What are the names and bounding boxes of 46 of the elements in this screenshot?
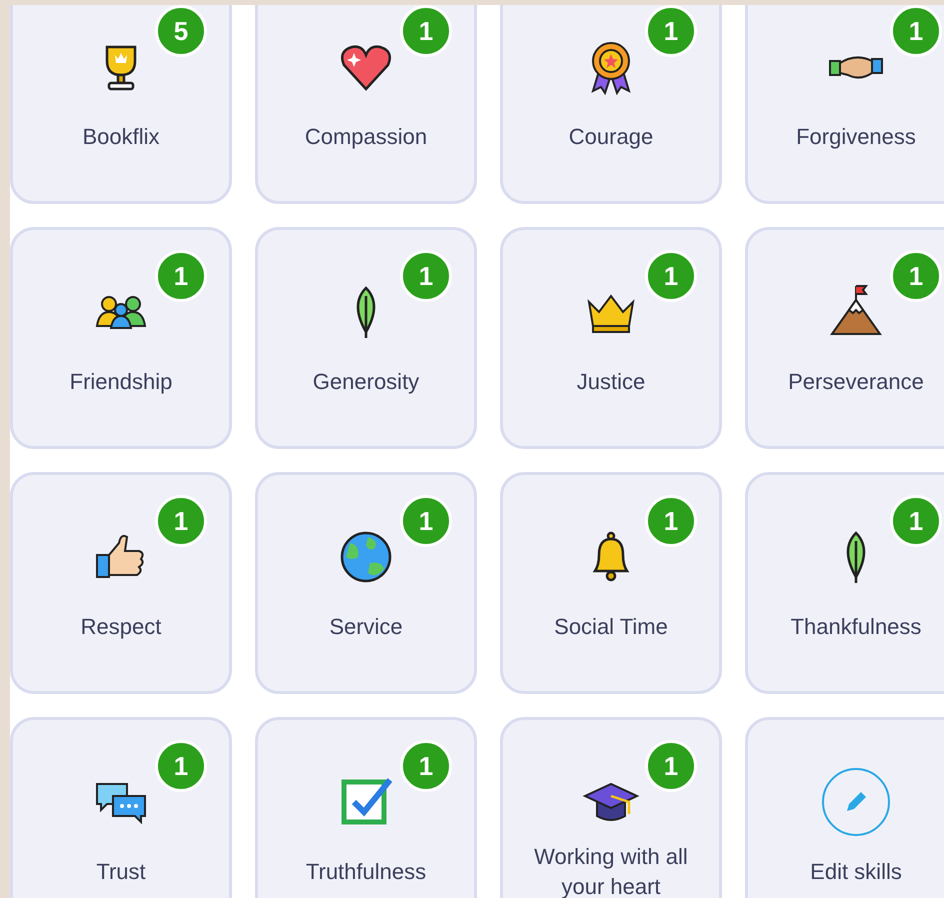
skill-card[interactable]: 5 Bookflix [10,5,232,204]
edit-icon [821,767,891,837]
skill-card[interactable]: 1 Service [255,472,477,694]
skill-label: Perseverance [788,368,924,396]
skill-label: Trust [96,858,146,886]
skill-label: Generosity [312,368,420,396]
skill-card[interactable]: 1 Forgiveness [745,5,944,204]
skill-label: Forgiveness [796,123,916,151]
count-badge: 1 [155,740,207,792]
skill-card[interactable]: 1 Trust [10,717,232,898]
skill-label: Justice [576,368,646,396]
skill-label: Edit skills [810,858,902,886]
count-badge: 1 [400,5,452,57]
skill-label: Compassion [304,123,428,151]
count-badge: 1 [155,495,207,547]
count-badge: 1 [890,495,942,547]
skill-label: Friendship [70,368,172,396]
skill-card[interactable]: 1 Courage [500,5,722,204]
count-badge: 1 [645,5,697,57]
skill-card[interactable]: 1 Justice [500,227,722,449]
count-badge: 1 [400,495,452,547]
count-badge: 1 [890,250,942,302]
skill-label: Respect [80,613,162,641]
skill-label: Thankfulness [790,613,922,641]
count-badge: 1 [155,250,207,302]
skill-card[interactable]: 1 Thankfulness [745,472,944,694]
skill-card[interactable]: 1 Compassion [255,5,477,204]
skill-label: Service [329,613,403,641]
skill-card[interactable]: 1 Perseverance [745,227,944,449]
skill-card[interactable]: 1 Generosity [255,227,477,449]
skill-label: Social Time [554,613,668,641]
count-badge: 1 [890,5,942,57]
skill-card[interactable]: 1 Friendship [10,227,232,449]
count-badge: 1 [645,495,697,547]
skill-label: Courage [568,123,654,151]
count-badge: 1 [400,250,452,302]
edit-skills-button[interactable]: Edit skills [745,717,944,898]
skill-card[interactable]: 1 Truthfulness [255,717,477,898]
skill-label: Truthfulness [306,858,426,886]
count-badge: 1 [645,740,697,792]
count-badge: 1 [400,740,452,792]
skill-card[interactable]: 1 Social Time [500,472,722,694]
count-badge: 5 [155,5,207,57]
skill-card[interactable]: 1 Respect [10,472,232,694]
count-badge: 1 [645,250,697,302]
skill-label: Bookflix [82,123,160,151]
